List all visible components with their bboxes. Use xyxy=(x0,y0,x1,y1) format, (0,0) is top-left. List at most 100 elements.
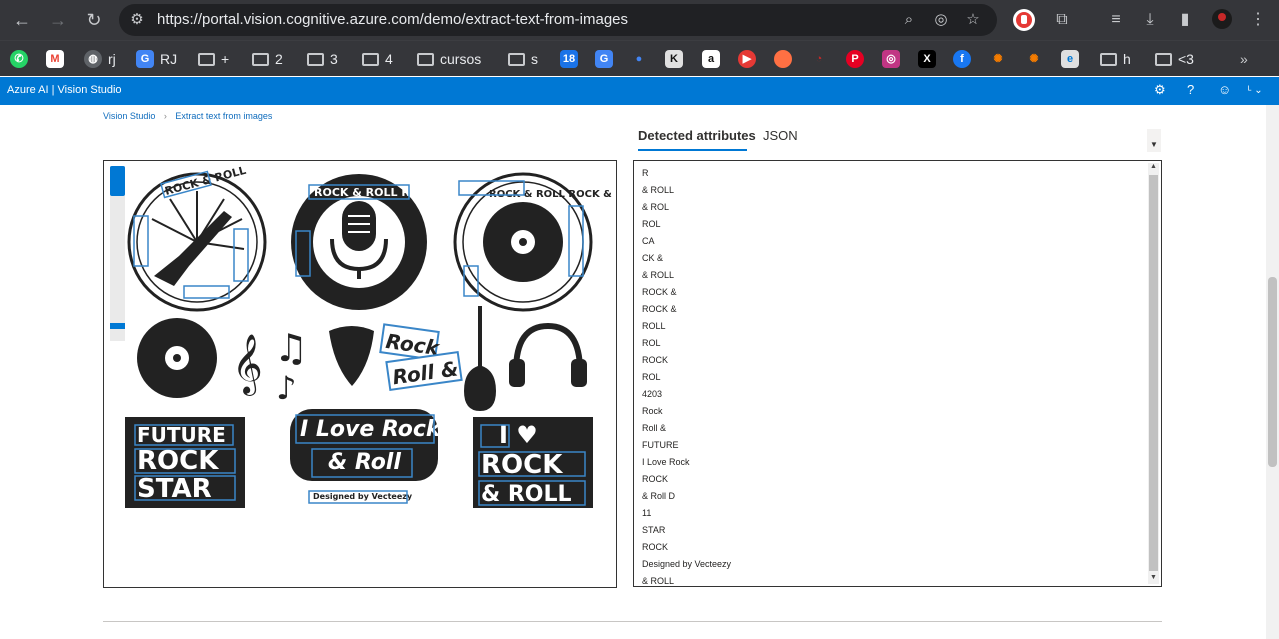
list-item: ROL xyxy=(642,338,661,348)
scroll-down-icon[interactable]: ▼ xyxy=(1150,574,1157,581)
x-icon: X xyxy=(918,50,936,68)
settings-icon[interactable]: ⚙ xyxy=(1154,82,1166,98)
adblock-extension-icon[interactable] xyxy=(1012,8,1036,32)
whatsapp-icon: ✆ xyxy=(10,50,28,68)
extensions-puzzle-icon[interactable]: ⧉ xyxy=(1050,8,1074,32)
eye-off-icon[interactable]: ◎ xyxy=(931,10,951,30)
tab-json[interactable]: JSON xyxy=(763,128,798,143)
page-scrollbar[interactable] xyxy=(1266,105,1279,639)
bookmark-folder-s[interactable]: s xyxy=(508,48,538,70)
zoom-slider-mark[interactable] xyxy=(110,323,125,329)
guitar-pick-icon xyxy=(329,326,374,386)
bookmark-edge[interactable]: e xyxy=(1061,48,1079,70)
bookmark-facebook[interactable]: f xyxy=(953,48,971,70)
list-item: ROCK & xyxy=(642,287,677,297)
bookmark-gmail[interactable]: M xyxy=(46,48,64,70)
bookmark-folder-cursos[interactable]: cursos xyxy=(417,48,481,70)
bookmark-folder-heart[interactable]: <3 xyxy=(1155,48,1194,70)
zoom-icon[interactable]: ⌕ xyxy=(899,10,919,30)
bookmark-folder-4[interactable]: 4 xyxy=(362,48,393,70)
forward-icon[interactable]: → xyxy=(46,8,70,32)
help-icon[interactable]: ? xyxy=(1187,82,1194,97)
address-bar[interactable]: ⚙ https://portal.vision.cognitive.azure.… xyxy=(119,4,997,36)
profile-avatar[interactable] xyxy=(1210,8,1234,32)
account-menu[interactable]: ᴸ ⌄ xyxy=(1248,85,1263,96)
site-settings-icon[interactable]: ⚙ xyxy=(127,10,147,30)
feedback-smiley-icon[interactable]: ☺ xyxy=(1218,82,1231,97)
side-panel-icon[interactable]: ▮ xyxy=(1173,8,1197,32)
folder-icon xyxy=(508,52,525,66)
more-bookmarks-icon[interactable]: » xyxy=(1240,48,1248,70)
page-scrollbar-thumb[interactable] xyxy=(1268,277,1277,467)
zoom-slider-handle[interactable] xyxy=(110,166,125,196)
back-icon[interactable]: ← xyxy=(10,8,34,32)
heart-rock-roll-card: I ♥ ROCK & ROLL xyxy=(473,417,593,508)
bookmark-instagram[interactable]: ◎ xyxy=(882,48,900,70)
love-roll-text: & Roll xyxy=(328,450,401,475)
analyzed-image: ROCK & ROLL ROCK & ROLL ROCK & ROLL ROCK… xyxy=(125,164,645,508)
play-icon: ▶ xyxy=(738,50,756,68)
electric-guitar-icon xyxy=(464,306,496,411)
download-icon[interactable]: ⤓ xyxy=(1138,8,1162,32)
results-scrollbar[interactable]: ▲ ▼ xyxy=(1148,163,1159,584)
badge-guitar: ROCK & ROLL xyxy=(127,164,267,312)
treble-clef-icon: 𝄞 xyxy=(232,334,263,396)
scroll-up-icon[interactable]: ▲ xyxy=(1150,163,1157,170)
bookmark-folder-3[interactable]: 3 xyxy=(307,48,338,70)
bookmark-ring-1[interactable]: ✺ xyxy=(989,48,1007,70)
list-item: Rock xyxy=(642,406,663,416)
tabs-scroll-control[interactable]: ▼ xyxy=(1147,129,1161,152)
bookmark-whatsapp[interactable]: ✆ xyxy=(10,48,28,70)
tab-detected-attributes[interactable]: Detected attributes xyxy=(638,128,756,143)
pinterest-icon: P xyxy=(846,50,864,68)
calendar-icon: 18 xyxy=(560,50,578,68)
bookmark-translate[interactable]: G xyxy=(595,48,613,70)
bookmark-assistant[interactable]: ● xyxy=(630,48,648,70)
list-item: ROLL xyxy=(642,321,666,331)
list-item: ROCK xyxy=(642,542,669,552)
bookmark-orange-app[interactable] xyxy=(774,48,792,70)
folder-icon xyxy=(252,52,269,66)
bookmark-calendar[interactable]: 18 xyxy=(560,48,578,70)
breadcrumb-current[interactable]: Extract text from images xyxy=(175,111,272,121)
breadcrumb-root-link[interactable]: Vision Studio xyxy=(103,111,155,121)
bookmark-folder-plus[interactable]: + xyxy=(198,48,229,70)
active-tab-indicator xyxy=(638,149,747,151)
bookmark-ring-2[interactable]: ✺ xyxy=(1025,48,1043,70)
bookmark-rj-upper[interactable]: G RJ xyxy=(136,48,177,70)
amazon-icon: a xyxy=(702,50,720,68)
love-rock-text: I Love Rock xyxy=(300,417,442,442)
list-item: CA xyxy=(642,236,655,246)
reload-icon[interactable]: ↻ xyxy=(82,8,106,32)
bookmark-red-app[interactable]: ◔ xyxy=(810,48,828,70)
bookmark-folder-h[interactable]: h xyxy=(1100,48,1131,70)
folder-icon xyxy=(362,52,379,66)
folder-icon xyxy=(198,52,215,66)
list-item: ROCK xyxy=(642,474,669,484)
list-item: CK & xyxy=(642,253,664,263)
bookmark-folder-2[interactable]: 2 xyxy=(252,48,283,70)
app-header: Azure AI | Vision Studio ⚙ ? ☺ ᴸ ⌄ xyxy=(0,77,1279,105)
folder-icon xyxy=(307,52,324,66)
list-item: & Roll D xyxy=(642,491,676,501)
bookmark-k[interactable]: K xyxy=(665,48,683,70)
bookmark-pinterest[interactable]: P xyxy=(846,48,864,70)
results-scrollbar-thumb[interactable] xyxy=(1149,175,1158,571)
menu-icon[interactable]: ⋮ xyxy=(1246,8,1270,32)
orange-ring-icon: ✺ xyxy=(1029,53,1039,65)
bookmark-x[interactable]: X xyxy=(918,48,936,70)
bookmark-amazon[interactable]: a xyxy=(702,48,720,70)
badge-vinyl: ROCK & ROLL ROCK & ROLL xyxy=(453,172,645,312)
globe-icon: ◍ xyxy=(84,50,102,68)
bookmark-rj-lower[interactable]: ◍ rj xyxy=(84,48,116,70)
folder-icon xyxy=(1100,52,1117,66)
star-icon[interactable]: ☆ xyxy=(963,10,983,30)
edge-icon: e xyxy=(1061,50,1079,68)
music-note-icon: ♪ xyxy=(276,369,296,407)
list-item: & ROL xyxy=(642,202,670,212)
image-preview-panel: ROCK & ROLL ROCK & ROLL ROCK & ROLL ROCK… xyxy=(103,160,645,588)
divider xyxy=(103,621,1162,622)
list-item: STAR xyxy=(642,525,666,535)
reading-list-icon[interactable]: ≡ xyxy=(1104,8,1128,32)
bookmark-youtube[interactable]: ▶ xyxy=(738,48,756,70)
